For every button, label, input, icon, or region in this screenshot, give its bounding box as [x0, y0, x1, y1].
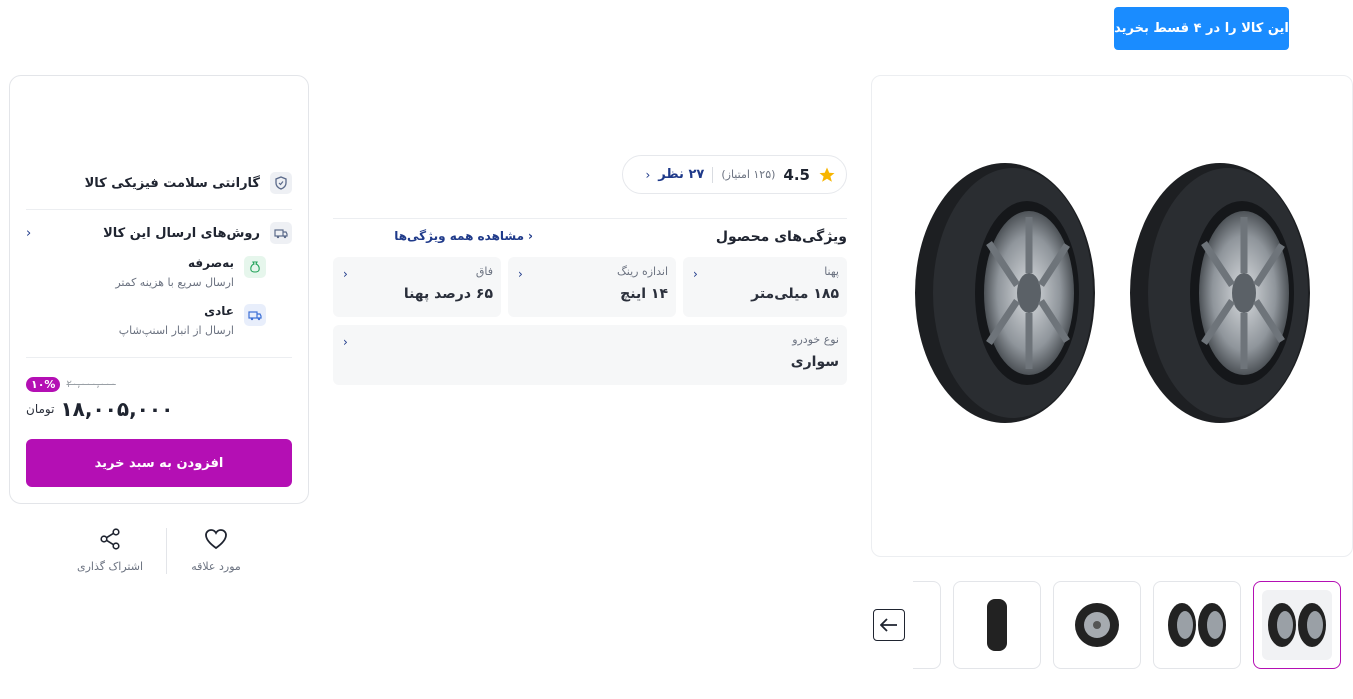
shipping-methods-row[interactable]: روش‌های ارسال این کالا ‹: [26, 222, 292, 244]
share-icon: [100, 528, 120, 550]
gallery-prev-button[interactable]: [873, 609, 905, 641]
shipping-option-standard: عادی ارسال از انبار اسنپ‌شاپ: [26, 304, 266, 337]
rating-separator: [712, 166, 714, 183]
favorite-button[interactable]: مورد علاقه: [176, 528, 256, 573]
favorite-label: مورد علاقه: [191, 560, 241, 573]
heart-icon: [205, 529, 227, 550]
divider: [26, 209, 292, 210]
spec-label: اندازه رینگ: [616, 265, 668, 278]
installment-banner-text: این کالا را در ۴ قسط بخرید: [1114, 21, 1289, 36]
two-tires-thumb-icon: [1268, 603, 1326, 647]
reviews-link[interactable]: ۲۷ نظر: [658, 167, 704, 182]
old-price: ۲۰,۰۰۰,۰۰۰: [66, 379, 116, 390]
chevron-left-icon: ‹: [343, 335, 348, 349]
see-all-specs-link[interactable]: ‹ مشاهده همه ویژگی‌ها: [333, 229, 533, 243]
share-button[interactable]: اشتراک گذاری: [70, 528, 150, 573]
price-row: ۱۸,۰۰۵,۰۰۰ تومان: [26, 397, 173, 421]
spec-value: سواری: [790, 354, 839, 370]
rating-summary: 4.5 (۱۲۵ امتیاز) ۲۷ نظر ‹: [622, 155, 847, 194]
shipping-option-desc: ارسال سریع با هزینه کمتر: [115, 276, 234, 289]
spec-card-width[interactable]: پهنا ۱۸۵ میلی‌متر ‹: [683, 257, 847, 317]
money-bag-icon: [244, 256, 266, 278]
truck-icon: [244, 304, 266, 326]
chevron-left-icon: ‹: [518, 267, 523, 281]
chevron-left-icon: ‹: [26, 225, 32, 241]
rating-count: (۱۲۵ امتیاز): [721, 168, 776, 181]
divider: [26, 357, 292, 358]
tire-front-thumb-icon: [1075, 603, 1119, 647]
discount-row: ۱۰% ۲۰,۰۰۰,۰۰۰: [26, 377, 116, 392]
spec-card-aspect[interactable]: فاق ۶۵ درصد پهنا ‹: [333, 257, 501, 317]
spec-value: ۱۴ اینچ: [620, 286, 668, 302]
discount-badge: ۱۰%: [26, 377, 61, 392]
warranty-label: گارانتی سلامت فیزیکی کالا: [84, 175, 260, 191]
installment-banner[interactable]: این کالا را در ۴ قسط بخرید: [1114, 7, 1289, 50]
shield-icon: [270, 172, 292, 194]
price: ۱۸,۰۰۵,۰۰۰: [60, 397, 174, 421]
shipping-methods-label: روش‌های ارسال این کالا: [103, 225, 260, 241]
product-main-image[interactable]: [871, 75, 1353, 557]
star-icon: [819, 167, 835, 182]
tire-side-thumb-icon: [987, 599, 1007, 651]
shipping-option-economy: به‌صرفه ارسال سریع با هزینه کمتر: [26, 256, 266, 289]
spec-card-vehicle-type[interactable]: نوع خودرو سواری ‹: [333, 325, 847, 385]
shipping-option-title: عادی: [204, 304, 234, 318]
thumbnail-3[interactable]: [1053, 581, 1141, 669]
currency: تومان: [26, 402, 55, 416]
spec-label: نوع خودرو: [792, 333, 839, 346]
shipping-option-title: به‌صرفه: [188, 256, 234, 270]
thumbnail-4[interactable]: [953, 581, 1041, 669]
chevron-left-icon: ‹: [693, 267, 698, 281]
thumbnail-5-partial[interactable]: [913, 581, 941, 669]
chevron-left-icon: ‹: [645, 167, 651, 182]
chevron-left-icon: ‹: [528, 229, 533, 243]
arrow-left-icon: [880, 618, 897, 632]
two-tires-thumb-icon: [1168, 603, 1226, 647]
divider: [166, 528, 167, 574]
add-to-cart-label: افزودن به سبد خرید: [94, 455, 224, 471]
spec-value: ۶۵ درصد پهنا: [403, 286, 493, 302]
rating-score: 4.5: [783, 165, 810, 184]
add-to-cart-button[interactable]: افزودن به سبد خرید: [26, 439, 292, 487]
share-label: اشتراک گذاری: [76, 560, 144, 573]
spec-label: فاق: [475, 265, 493, 278]
truck-icon: [270, 222, 292, 244]
chevron-left-icon: ‹: [343, 267, 348, 281]
thumbnail-1[interactable]: [1253, 581, 1341, 669]
thumbnail-2[interactable]: [1153, 581, 1241, 669]
shipping-option-desc: ارسال از انبار اسنپ‌شاپ: [118, 324, 234, 337]
specs-title: ویژگی‌های محصول: [715, 229, 847, 245]
tires-image: [915, 163, 1310, 423]
spec-label: پهنا: [824, 265, 839, 278]
see-all-specs-label: مشاهده همه ویژگی‌ها: [394, 229, 525, 243]
divider: [333, 218, 847, 219]
spec-value: ۱۸۵ میلی‌متر: [751, 286, 839, 302]
warranty-row: گارانتی سلامت فیزیکی کالا: [26, 172, 292, 194]
spec-card-rim-size[interactable]: اندازه رینگ ۱۴ اینچ ‹: [508, 257, 676, 317]
